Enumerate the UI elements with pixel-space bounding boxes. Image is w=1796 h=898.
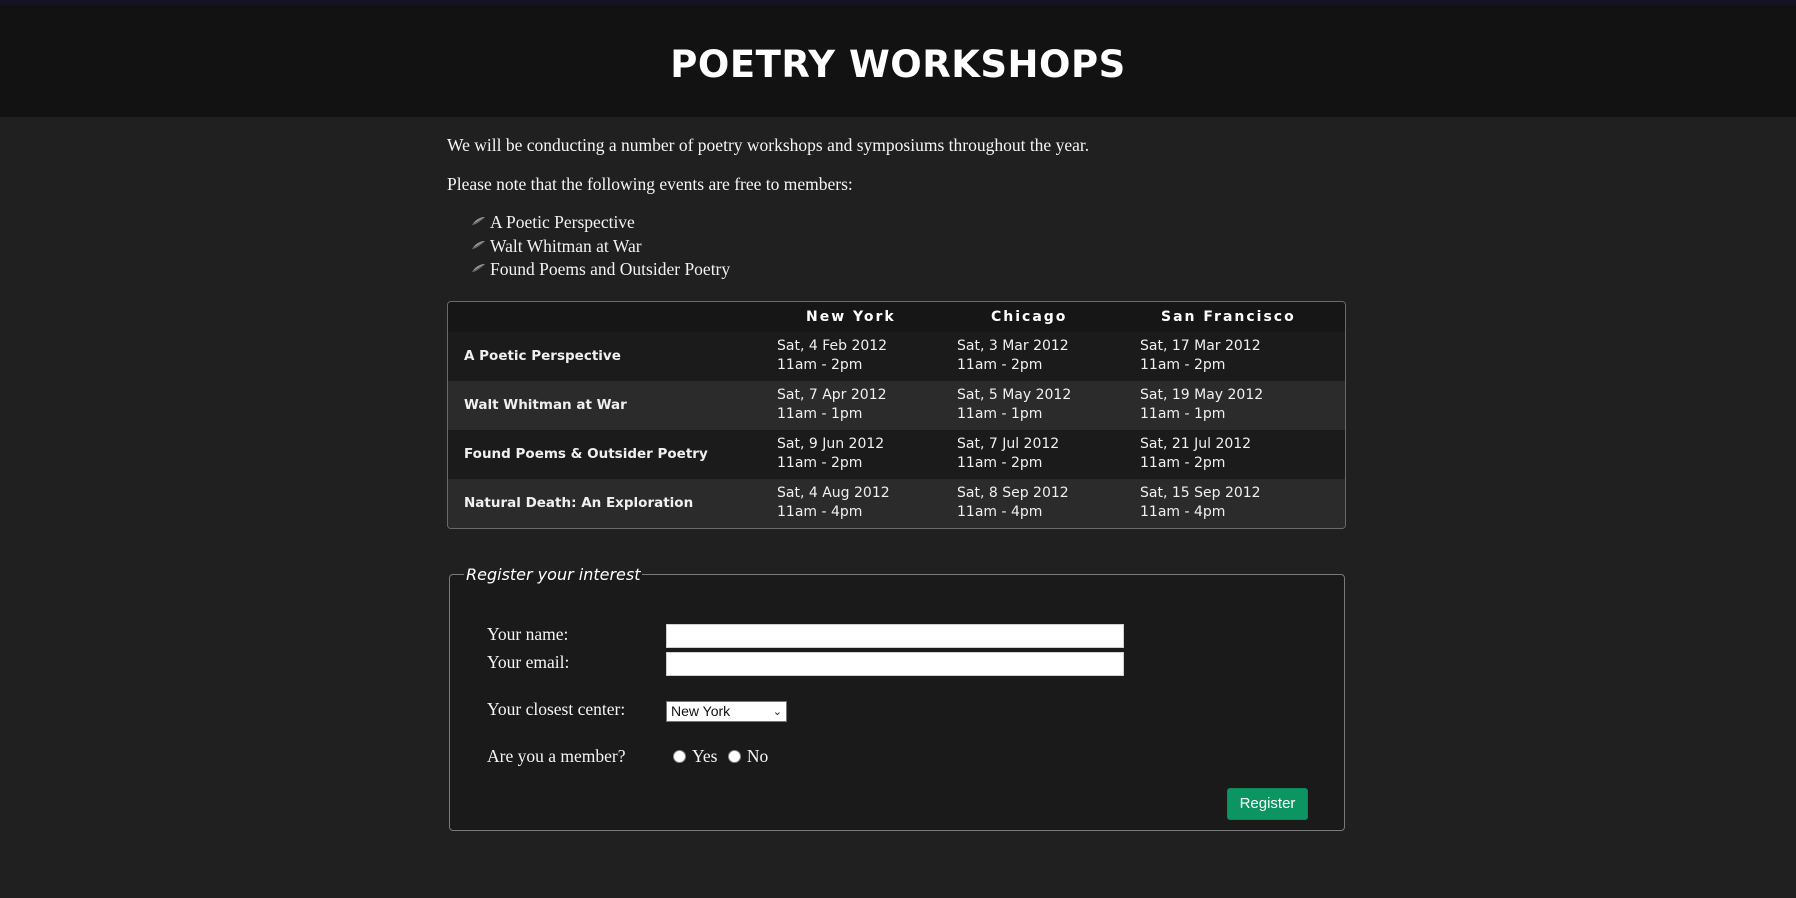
session-date: Sat, 7 Jul 2012 — [957, 436, 1060, 452]
session-time: 11am - 1pm — [957, 406, 1043, 422]
intro-text: We will be conducting a number of poetry… — [447, 135, 1090, 155]
session-date: Sat, 17 Mar 2012 — [1140, 338, 1261, 354]
table-row: Walt Whitman at War Sat, 7 Apr 2012 11am … — [448, 380, 1345, 430]
page-title: POETRY WORKSHOPS — [670, 42, 1126, 86]
chicago-cell: Sat, 7 Jul 2012 11am - 2pm — [957, 429, 1140, 479]
list-item-label: Walt Whitman at War — [490, 235, 642, 256]
session-time: 11am - 4pm — [957, 504, 1043, 520]
session-date: Sat, 3 Mar 2012 — [957, 338, 1069, 354]
session-time: 11am - 2pm — [1140, 357, 1226, 373]
register-button[interactable]: Register — [1227, 787, 1308, 820]
event-name-cell: Walt Whitman at War — [448, 380, 777, 430]
name-row: Your name: — [487, 624, 667, 645]
schedule-table: New York Chicago San Francisco A Poetic … — [447, 300, 1346, 529]
session-time: 11am - 2pm — [777, 357, 863, 373]
session-time: 11am - 1pm — [777, 406, 863, 422]
san-francisco-cell: Sat, 15 Sep 2012 11am - 4pm — [1140, 478, 1345, 528]
event-name-cell: A Poetic Perspective — [448, 331, 777, 381]
chicago-cell: Sat, 3 Mar 2012 11am - 2pm — [957, 331, 1140, 381]
email-row: Your email: — [487, 652, 667, 673]
session-time: 11am - 1pm — [1140, 406, 1226, 422]
column-header-chicago: Chicago — [957, 301, 1140, 332]
session-date: Sat, 7 Apr 2012 — [777, 387, 887, 403]
page-header: POETRY WORKSHOPS — [0, 0, 1796, 117]
member-yes-label: Yes — [692, 745, 718, 766]
session-date: Sat, 4 Aug 2012 — [777, 485, 890, 501]
feather-bullet-icon — [471, 217, 485, 226]
list-item-label: A Poetic Perspective — [490, 212, 635, 232]
member-yes-radio[interactable] — [673, 749, 686, 763]
list-item: A Poetic Perspective — [471, 211, 1347, 235]
session-time: 11am - 4pm — [1140, 504, 1226, 520]
list-item: Walt Whitman at War — [471, 235, 1347, 259]
column-header-new-york: New York — [777, 301, 957, 332]
members-note: Please note that the following events ar… — [447, 174, 853, 194]
event-name-cell: Found Poems & Outsider Poetry — [448, 429, 777, 479]
san-francisco-cell: Sat, 17 Mar 2012 11am - 2pm — [1140, 331, 1345, 381]
member-row: Are you a member? — [487, 746, 667, 767]
session-time: 11am - 2pm — [957, 357, 1043, 373]
table-header-row: New York Chicago San Francisco — [448, 301, 1345, 332]
center-row: Your closest center: — [487, 699, 667, 720]
session-date: Sat, 5 May 2012 — [957, 387, 1072, 403]
table-row: Found Poems & Outsider Poetry Sat, 9 Jun… — [448, 429, 1345, 479]
session-date: Sat, 9 Jun 2012 — [777, 436, 885, 452]
session-date: Sat, 15 Sep 2012 — [1140, 485, 1261, 501]
new-york-cell: Sat, 4 Feb 2012 11am - 2pm — [777, 331, 957, 381]
center-label: Your closest center: — [487, 698, 626, 719]
table-row: Natural Death: An Exploration Sat, 4 Aug… — [448, 478, 1345, 528]
main-content: We will be conducting a number of poetry… — [447, 117, 1347, 831]
center-select[interactable]: New York ⌄ — [666, 700, 787, 722]
chicago-cell: Sat, 8 Sep 2012 11am - 4pm — [957, 478, 1140, 528]
free-events-list: A Poetic Perspective Walt Whitman at War… — [447, 211, 1347, 282]
session-time: 11am - 2pm — [1140, 455, 1226, 471]
event-name-cell: Natural Death: An Exploration — [448, 478, 777, 528]
feather-bullet-icon — [471, 264, 485, 273]
chevron-down-icon: ⌄ — [772, 705, 782, 718]
list-item-label: Found Poems and Outsider Poetry — [490, 259, 731, 279]
form-legend: Register your interest — [466, 564, 641, 584]
column-header-event — [448, 301, 777, 332]
session-date: Sat, 8 Sep 2012 — [957, 485, 1069, 501]
member-no-label: No — [746, 745, 769, 766]
name-label: Your name: — [487, 623, 569, 644]
register-form: Register your interest Your name: Your e… — [449, 564, 1345, 831]
center-selected-value: New York — [671, 702, 731, 719]
list-item: Found Poems and Outsider Poetry — [471, 258, 1347, 282]
table-row: A Poetic Perspective Sat, 4 Feb 2012 11am… — [448, 331, 1345, 381]
member-no-radio[interactable] — [727, 749, 741, 763]
new-york-cell: Sat, 9 Jun 2012 11am - 2pm — [777, 429, 957, 479]
session-time: 11am - 2pm — [777, 455, 863, 471]
new-york-cell: Sat, 4 Aug 2012 11am - 4pm — [777, 478, 957, 528]
email-label: Your email: — [487, 651, 570, 672]
san-francisco-cell: Sat, 21 Jul 2012 11am - 2pm — [1140, 429, 1345, 479]
session-date: Sat, 4 Feb 2012 — [777, 338, 888, 354]
san-francisco-cell: Sat, 19 May 2012 11am - 1pm — [1140, 380, 1345, 430]
new-york-cell: Sat, 7 Apr 2012 11am - 1pm — [777, 380, 957, 430]
chicago-cell: Sat, 5 May 2012 11am - 1pm — [957, 380, 1140, 430]
name-field[interactable] — [666, 623, 1124, 648]
session-date: Sat, 21 Jul 2012 — [1140, 436, 1252, 452]
session-time: 11am - 2pm — [957, 455, 1043, 471]
session-date: Sat, 19 May 2012 — [1140, 387, 1264, 403]
member-options: Yes No — [673, 746, 768, 767]
feather-bullet-icon — [471, 240, 485, 250]
session-time: 11am - 4pm — [777, 504, 863, 520]
member-label: Are you a member? — [487, 745, 626, 766]
column-header-san-francisco: San Francisco — [1140, 301, 1345, 332]
email-field[interactable] — [666, 651, 1124, 676]
